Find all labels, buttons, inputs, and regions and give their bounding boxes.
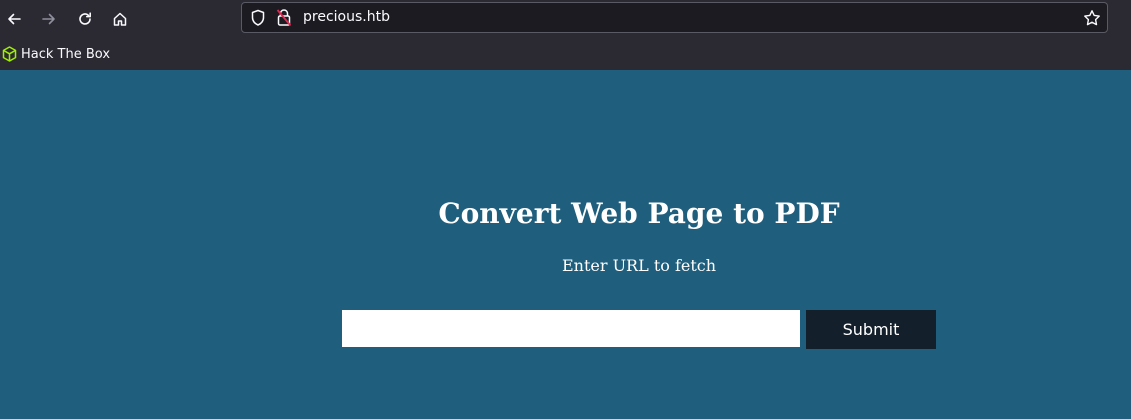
url-input[interactable] bbox=[342, 310, 800, 347]
address-bar[interactable]: precious.htb bbox=[241, 2, 1108, 33]
insecure-lock-icon[interactable] bbox=[276, 8, 292, 27]
home-button[interactable] bbox=[106, 5, 134, 33]
page-content: Convert Web Page to PDF Enter URL to fet… bbox=[0, 70, 1131, 419]
bookmarks-toolbar: Hack The Box bbox=[0, 40, 1131, 68]
page-title: Convert Web Page to PDF bbox=[438, 197, 840, 230]
bookmark-star-icon[interactable] bbox=[1083, 9, 1101, 27]
reload-button[interactable] bbox=[71, 5, 99, 33]
forward-button[interactable] bbox=[35, 5, 63, 33]
bookmark-hack-the-box[interactable]: Hack The Box bbox=[2, 43, 110, 65]
browser-toolbar: precious.htb bbox=[0, 0, 1131, 38]
bookmark-label: Hack The Box bbox=[21, 46, 111, 62]
url-text[interactable]: precious.htb bbox=[303, 9, 390, 25]
hackthebox-cube-icon bbox=[2, 46, 17, 62]
forward-arrow-icon bbox=[42, 13, 55, 25]
url-prompt-text: Enter URL to fetch bbox=[561, 256, 717, 275]
home-icon bbox=[113, 12, 127, 26]
back-arrow-icon bbox=[8, 13, 21, 25]
browser-chrome: precious.htb Hack The Box bbox=[0, 0, 1131, 71]
reload-icon bbox=[79, 12, 91, 25]
tracking-protection-shield-icon[interactable] bbox=[250, 9, 266, 27]
back-button[interactable] bbox=[0, 5, 28, 33]
submit-button[interactable]: Submit bbox=[806, 310, 936, 349]
